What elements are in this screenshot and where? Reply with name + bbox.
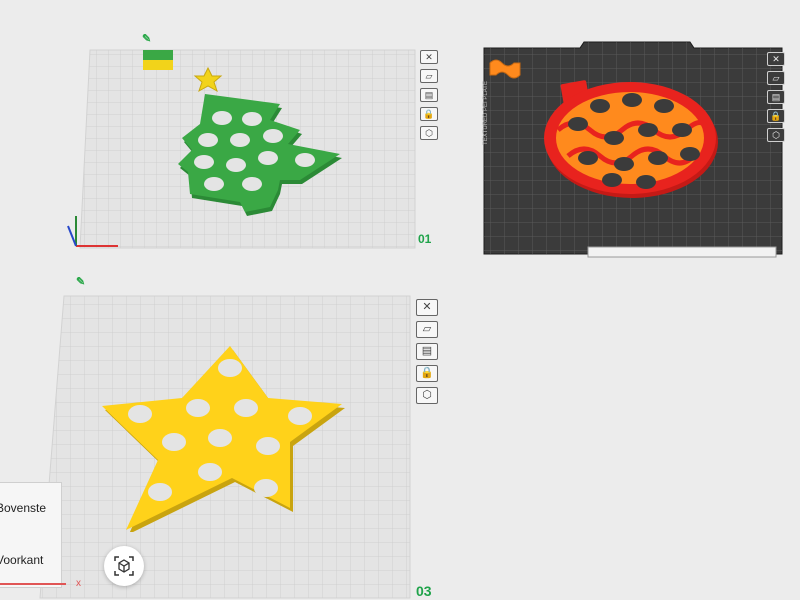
view-cube-button[interactable] [104, 546, 144, 586]
auto-orient-icon[interactable]: ▱ [416, 321, 438, 338]
arrange-icon[interactable]: ▤ [416, 343, 438, 360]
close-icon[interactable]: ✕ [767, 52, 785, 66]
ornament-model[interactable] [540, 78, 720, 203]
x-axis-line [0, 583, 66, 585]
close-icon[interactable]: ✕ [416, 299, 438, 316]
settings-icon[interactable]: ⬡ [767, 128, 785, 142]
view-cube-icon [114, 556, 134, 576]
plate-number-03: 03 [416, 583, 432, 599]
view-top-option[interactable]: Bovenste [0, 501, 46, 515]
arrange-icon[interactable]: ▤ [420, 88, 438, 102]
settings-icon[interactable]: ⬡ [416, 387, 438, 404]
lock-icon[interactable]: 🔒 [420, 107, 438, 121]
edit-plate-icon[interactable]: ✎ [142, 32, 151, 45]
edit-plate-icon[interactable]: ✎ [76, 275, 85, 288]
auto-orient-icon[interactable]: ▱ [420, 69, 438, 83]
axis-gizmo [64, 212, 120, 252]
plate-02-toolbar: ✕ ▱ ▤ 🔒 ⬡ [767, 52, 785, 142]
plate-01-toolbar: ✕ ▱ ▤ 🔒 ⬡ [420, 50, 438, 140]
view-menu: Bovenste Voorkant [0, 482, 62, 588]
x-axis-label: x [76, 578, 81, 589]
close-icon[interactable]: ✕ [420, 50, 438, 64]
plate-number-01: 01 [418, 232, 432, 246]
settings-icon[interactable]: ⬡ [420, 126, 438, 140]
plate-thumbnail [488, 57, 524, 81]
tree-model[interactable] [160, 62, 360, 222]
auto-orient-icon[interactable]: ▱ [767, 71, 785, 85]
bed-label: TEXTURED PEI PLATE [482, 81, 489, 145]
view-front-option[interactable]: Voorkant [0, 553, 43, 567]
lock-icon[interactable]: 🔒 [416, 365, 438, 382]
lock-icon[interactable]: 🔒 [767, 109, 785, 123]
arrange-icon[interactable]: ▤ [767, 90, 785, 104]
plate-03-toolbar: ✕ ▱ ▤ 🔒 ⬡ [416, 299, 438, 404]
star-model[interactable] [100, 342, 345, 532]
